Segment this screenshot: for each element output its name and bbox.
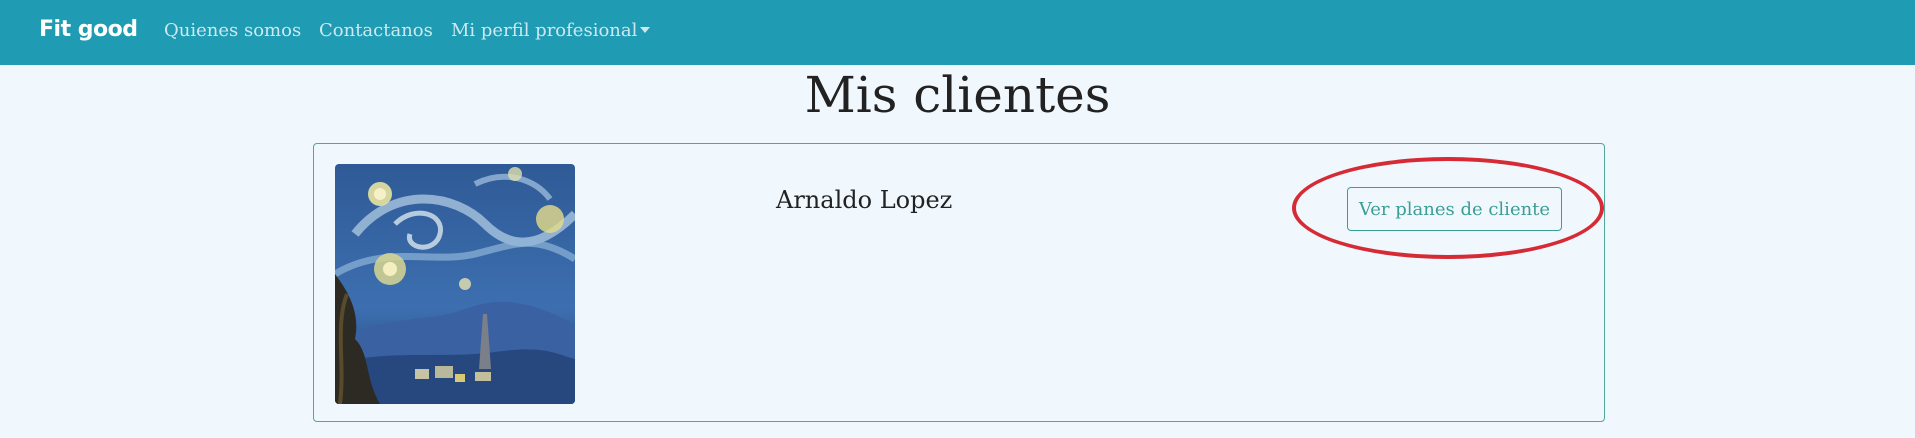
nav-dropdown-mi-perfil[interactable]: Mi perfil profesional (451, 20, 651, 41)
page-title: Mis clientes (804, 66, 1111, 124)
client-card: Arnaldo Lopez Ver planes de cliente (313, 143, 1605, 422)
starry-night-image (335, 164, 575, 404)
client-avatar (335, 164, 575, 404)
brand-logo[interactable]: Fit good (39, 17, 138, 42)
client-name: Arnaldo Lopez (776, 186, 953, 214)
top-navbar: Fit good Quienes somos Contactanos Mi pe… (0, 0, 1915, 65)
view-client-plans-button[interactable]: Ver planes de cliente (1347, 187, 1562, 231)
nav-link-contactanos[interactable]: Contactanos (319, 20, 433, 41)
nav-dropdown-label: Mi perfil profesional (451, 20, 638, 41)
caret-down-icon (640, 27, 651, 33)
nav-link-quienes-somos[interactable]: Quienes somos (164, 20, 301, 41)
